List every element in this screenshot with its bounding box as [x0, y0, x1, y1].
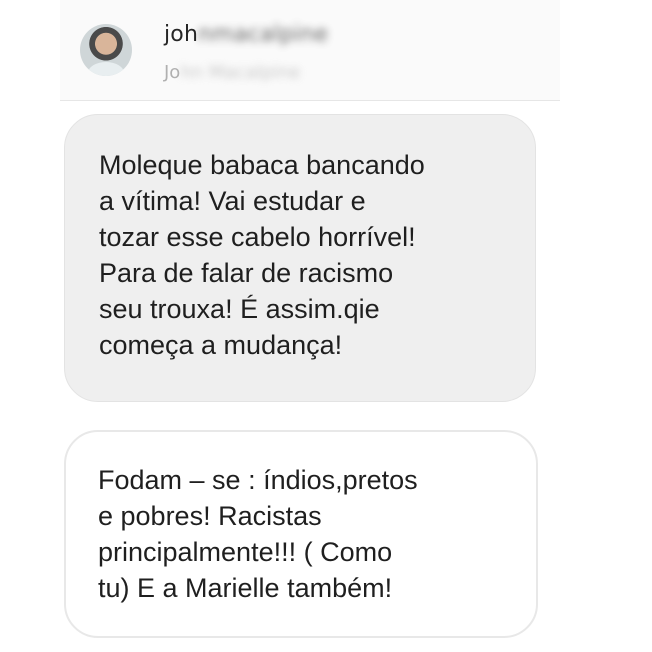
fullname-obscured: hn Macalpine — [180, 62, 301, 83]
fullname-visible: Jo — [164, 62, 181, 83]
message-bubble[interactable]: Moleque babaca bancando a vítima! Vai es… — [64, 114, 536, 402]
avatar[interactable] — [80, 24, 132, 76]
message-bubble[interactable]: Fodam – se : índios,pretos e pobres! Rac… — [64, 430, 538, 638]
avatar-shirt — [88, 62, 124, 76]
username-visible: joh — [164, 22, 199, 47]
username[interactable]: johnmacalpine — [164, 22, 328, 47]
username-obscured: nmacalpine — [198, 22, 329, 47]
profile-header: johnmacalpine John Macalpine — [60, 0, 560, 101]
full-name: John Macalpine — [164, 62, 300, 83]
